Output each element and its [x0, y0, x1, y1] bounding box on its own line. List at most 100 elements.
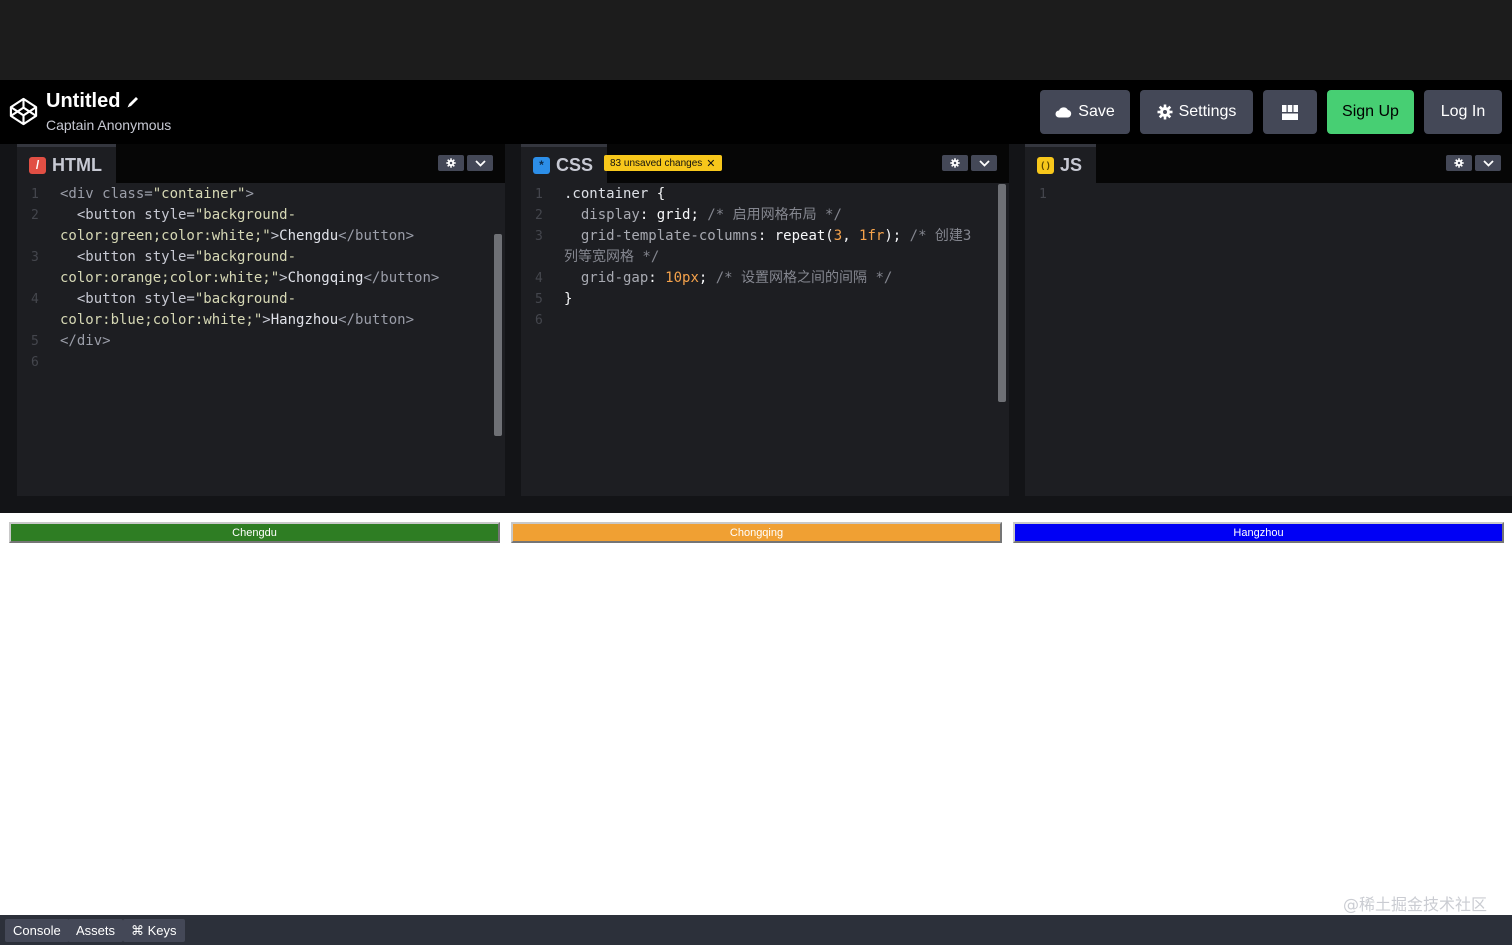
- gear-icon: [1157, 104, 1173, 120]
- html-editor-panel: / HTML 1 <div class="container"> 2 <butto…: [17, 144, 505, 496]
- tab-js[interactable]: ( ) JS: [1025, 144, 1097, 183]
- css-js-resizer[interactable]: [1009, 144, 1025, 496]
- change-view-button[interactable]: [1263, 90, 1317, 134]
- tab-js-label: JS: [1060, 154, 1083, 175]
- code-line: 4 <button style="background-: [17, 289, 505, 310]
- code-line: 列等宽网格 */: [564, 249, 660, 265]
- sign-up-label: Sign Up: [1342, 103, 1399, 120]
- tab-css[interactable]: * CSS: [521, 144, 608, 183]
- codepen-editor-window: Untitled Captain Anonymous Save Settings…: [0, 0, 1512, 945]
- html-css-resizer[interactable]: [505, 144, 521, 496]
- js-settings-button[interactable]: [1446, 155, 1472, 171]
- line-number: 2: [535, 208, 543, 223]
- assets-button[interactable]: Assets: [68, 919, 124, 942]
- chevron-down-icon: [978, 159, 990, 167]
- codepen-logo-icon[interactable]: [8, 96, 39, 127]
- code-line: color:blue;color:white;">Hangzhou</butto…: [60, 312, 415, 328]
- footer-bar: Console Assets ⌘ Keys: [0, 915, 1512, 945]
- code-line: 6: [521, 310, 1009, 331]
- line-number: 4: [31, 292, 39, 307]
- tab-css-label: CSS: [556, 154, 594, 175]
- pen-title-row: Untitled: [46, 90, 140, 113]
- js-icon: ( ): [1037, 156, 1054, 174]
- watermark: @稀土掘金技术社区: [1342, 895, 1487, 914]
- pen-owner[interactable]: Captain Anonymous: [46, 117, 171, 133]
- code-line: 3 grid-template-columns: repeat(3, 1fr);…: [521, 226, 1009, 247]
- cloud-icon: [1055, 107, 1072, 118]
- css-code-area[interactable]: 1 .container { 2 display: grid; /* 启用网格布局…: [521, 184, 1009, 496]
- line-number: 2: [31, 208, 39, 223]
- html-collapse-button[interactable]: [467, 155, 493, 171]
- sign-up-button[interactable]: Sign Up: [1327, 90, 1414, 134]
- line-number: 3: [535, 229, 543, 244]
- layout-grid-icon: [1282, 104, 1298, 120]
- close-icon[interactable]: ✕: [706, 157, 715, 170]
- line-number: 1: [31, 187, 39, 202]
- save-button-label: Save: [1078, 103, 1115, 120]
- left-edge-resizer[interactable]: [0, 144, 17, 496]
- code-line: 1: [1025, 184, 1512, 205]
- console-button[interactable]: Console: [5, 919, 69, 942]
- preview-button-label: Chongqing: [729, 526, 784, 539]
- code-line: color:green;color:white;">Chengdu</butto…: [60, 228, 415, 244]
- preview-button-chongqing[interactable]: Chongqing: [511, 522, 1002, 543]
- js-panel-header: ( ) JS: [1025, 144, 1512, 183]
- settings-button[interactable]: Settings: [1140, 90, 1253, 134]
- log-in-button[interactable]: Log In: [1424, 90, 1502, 134]
- code-line: 5}: [521, 289, 1009, 310]
- js-editor-panel: ( ) JS 1: [1025, 144, 1512, 496]
- preview-button-label: Hangzhou: [1233, 526, 1284, 539]
- line-number: 6: [31, 355, 39, 370]
- preview-resizer[interactable]: [0, 496, 1512, 513]
- code-line: 1 <div class="container">: [17, 184, 505, 205]
- preview-button-chengdu[interactable]: Chengdu: [9, 522, 500, 543]
- chevron-down-icon: [474, 159, 486, 167]
- preview-button-label: Chengdu: [232, 526, 277, 539]
- header-bar: Untitled Captain Anonymous Save Settings…: [0, 80, 1512, 144]
- line-number: 3: [31, 250, 39, 265]
- html-panel-header: / HTML: [17, 144, 505, 183]
- line-number: 6: [535, 313, 543, 328]
- code-line: 6: [17, 352, 505, 373]
- css-scrollbar[interactable]: [998, 184, 1006, 402]
- gear-icon: [446, 158, 456, 168]
- code-line: 2 <button style="background-: [17, 205, 505, 226]
- pencil-icon[interactable]: [126, 95, 140, 109]
- css-editor-panel: * CSS 83 unsaved changes ✕ 1 .container {…: [521, 144, 1009, 496]
- html-icon: /: [29, 156, 46, 174]
- unsaved-changes-label: 83 unsaved changes: [610, 157, 703, 169]
- tab-html-label: HTML: [52, 154, 102, 175]
- code-line: 2 display: grid; /* 启用网格布局 */: [521, 205, 1009, 226]
- code-line: 4 grid-gap: 10px; /* 设置网格之间的间隔 */: [521, 268, 1009, 289]
- pen-title[interactable]: Untitled: [46, 90, 120, 113]
- gear-icon: [1454, 158, 1464, 168]
- chevron-down-icon: [1482, 159, 1494, 167]
- line-number: 1: [1039, 187, 1047, 202]
- keys-button[interactable]: ⌘ Keys: [123, 919, 185, 942]
- code-line: 3 <button style="background-: [17, 247, 505, 268]
- settings-button-label: Settings: [1178, 103, 1237, 120]
- preview-button-hangzhou[interactable]: Hangzhou: [1013, 522, 1504, 543]
- log-in-label: Log In: [1440, 103, 1486, 120]
- code-line: 1 .container {: [521, 184, 1009, 205]
- js-code-area[interactable]: 1: [1025, 184, 1512, 496]
- line-number: 5: [535, 292, 543, 307]
- unsaved-changes-badge[interactable]: 83 unsaved changes ✕: [604, 155, 722, 171]
- html-code-area[interactable]: 1 <div class="container"> 2 <button style…: [17, 184, 505, 496]
- top-blank-band: [0, 0, 1512, 80]
- editors-area: / HTML 1 <div class="container"> 2 <butto…: [0, 144, 1512, 496]
- result-preview: Chengdu Chongqing Hangzhou @稀土掘金技术社区: [0, 513, 1512, 915]
- gear-icon: [950, 158, 960, 168]
- css-settings-button[interactable]: [942, 155, 968, 171]
- save-button[interactable]: Save: [1040, 90, 1130, 134]
- css-icon: *: [533, 156, 550, 174]
- html-scrollbar[interactable]: [494, 234, 502, 436]
- css-collapse-button[interactable]: [971, 155, 997, 171]
- css-panel-header: * CSS 83 unsaved changes ✕: [521, 144, 1009, 183]
- js-collapse-button[interactable]: [1475, 155, 1501, 171]
- line-number: 5: [31, 334, 39, 349]
- html-settings-button[interactable]: [438, 155, 464, 171]
- tab-html[interactable]: / HTML: [17, 144, 116, 183]
- code-line: color:orange;color:white;">Chongqing</bu…: [60, 270, 440, 286]
- line-number: 1: [535, 187, 543, 202]
